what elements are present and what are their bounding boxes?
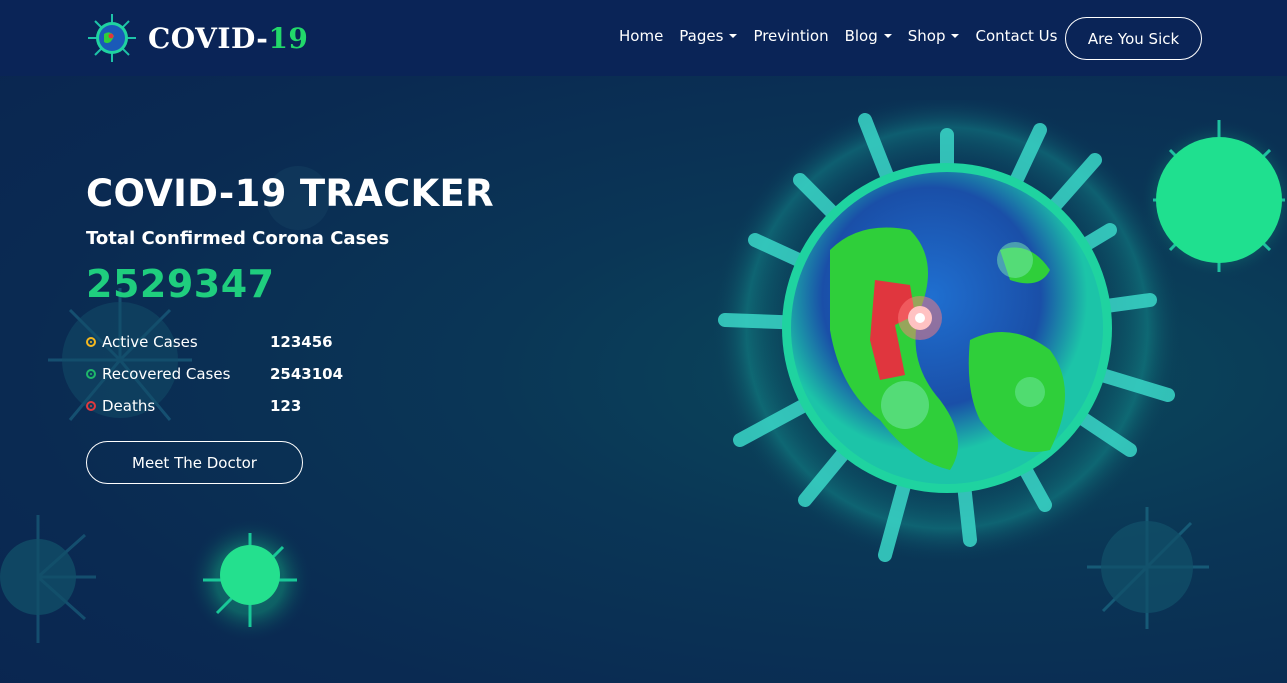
nav-blog[interactable]: Blog [845, 27, 892, 45]
virus-decoration-bottom-left [0, 515, 96, 643]
nav-home[interactable]: Home [619, 27, 663, 45]
stat-recovered-cases: Recovered Cases 2543104 [86, 364, 343, 384]
stat-value: 123456 [270, 333, 333, 351]
nav-prevention[interactable]: Previntion [753, 27, 828, 45]
stat-deaths: Deaths 123 [86, 396, 301, 416]
stat-label: Deaths [102, 397, 156, 415]
stat-active-cases: Active Cases 123456 [86, 332, 333, 352]
brand-logo[interactable]: COVID-19 [86, 12, 308, 64]
target-icon [86, 369, 96, 379]
target-icon [86, 337, 96, 347]
target-icon [86, 401, 96, 411]
virus-globe-illustration [711, 100, 1180, 564]
caret-down-icon [951, 34, 960, 38]
virus-decoration-glow-bottom [188, 518, 312, 642]
hero-title: COVID-19 TRACKER [86, 172, 494, 215]
caret-down-icon [729, 34, 738, 38]
nav-shop[interactable]: Shop [908, 27, 960, 45]
caret-down-icon [883, 34, 892, 38]
virus-logo-icon [88, 14, 136, 62]
main-nav: Home Pages Previntion Blog Shop Contact … [619, 27, 1073, 45]
nav-pages[interactable]: Pages [679, 27, 738, 45]
total-cases-count: 2529347 [86, 262, 275, 306]
are-you-sick-button[interactable]: Are You Sick [1065, 17, 1202, 60]
meet-the-doctor-button[interactable]: Meet The Doctor [86, 441, 303, 484]
top-navbar: COVID-19 Home Pages Previntion Blog Shop… [0, 0, 1287, 76]
hero-subtitle: Total Confirmed Corona Cases [86, 228, 390, 249]
brand-name: COVID-19 [148, 21, 309, 55]
nav-contact[interactable]: Contact Us [975, 27, 1057, 45]
stat-label: Recovered Cases [102, 365, 231, 383]
stat-value: 123 [270, 397, 302, 415]
stat-value: 2543104 [270, 365, 344, 383]
stat-label: Active Cases [102, 333, 198, 351]
